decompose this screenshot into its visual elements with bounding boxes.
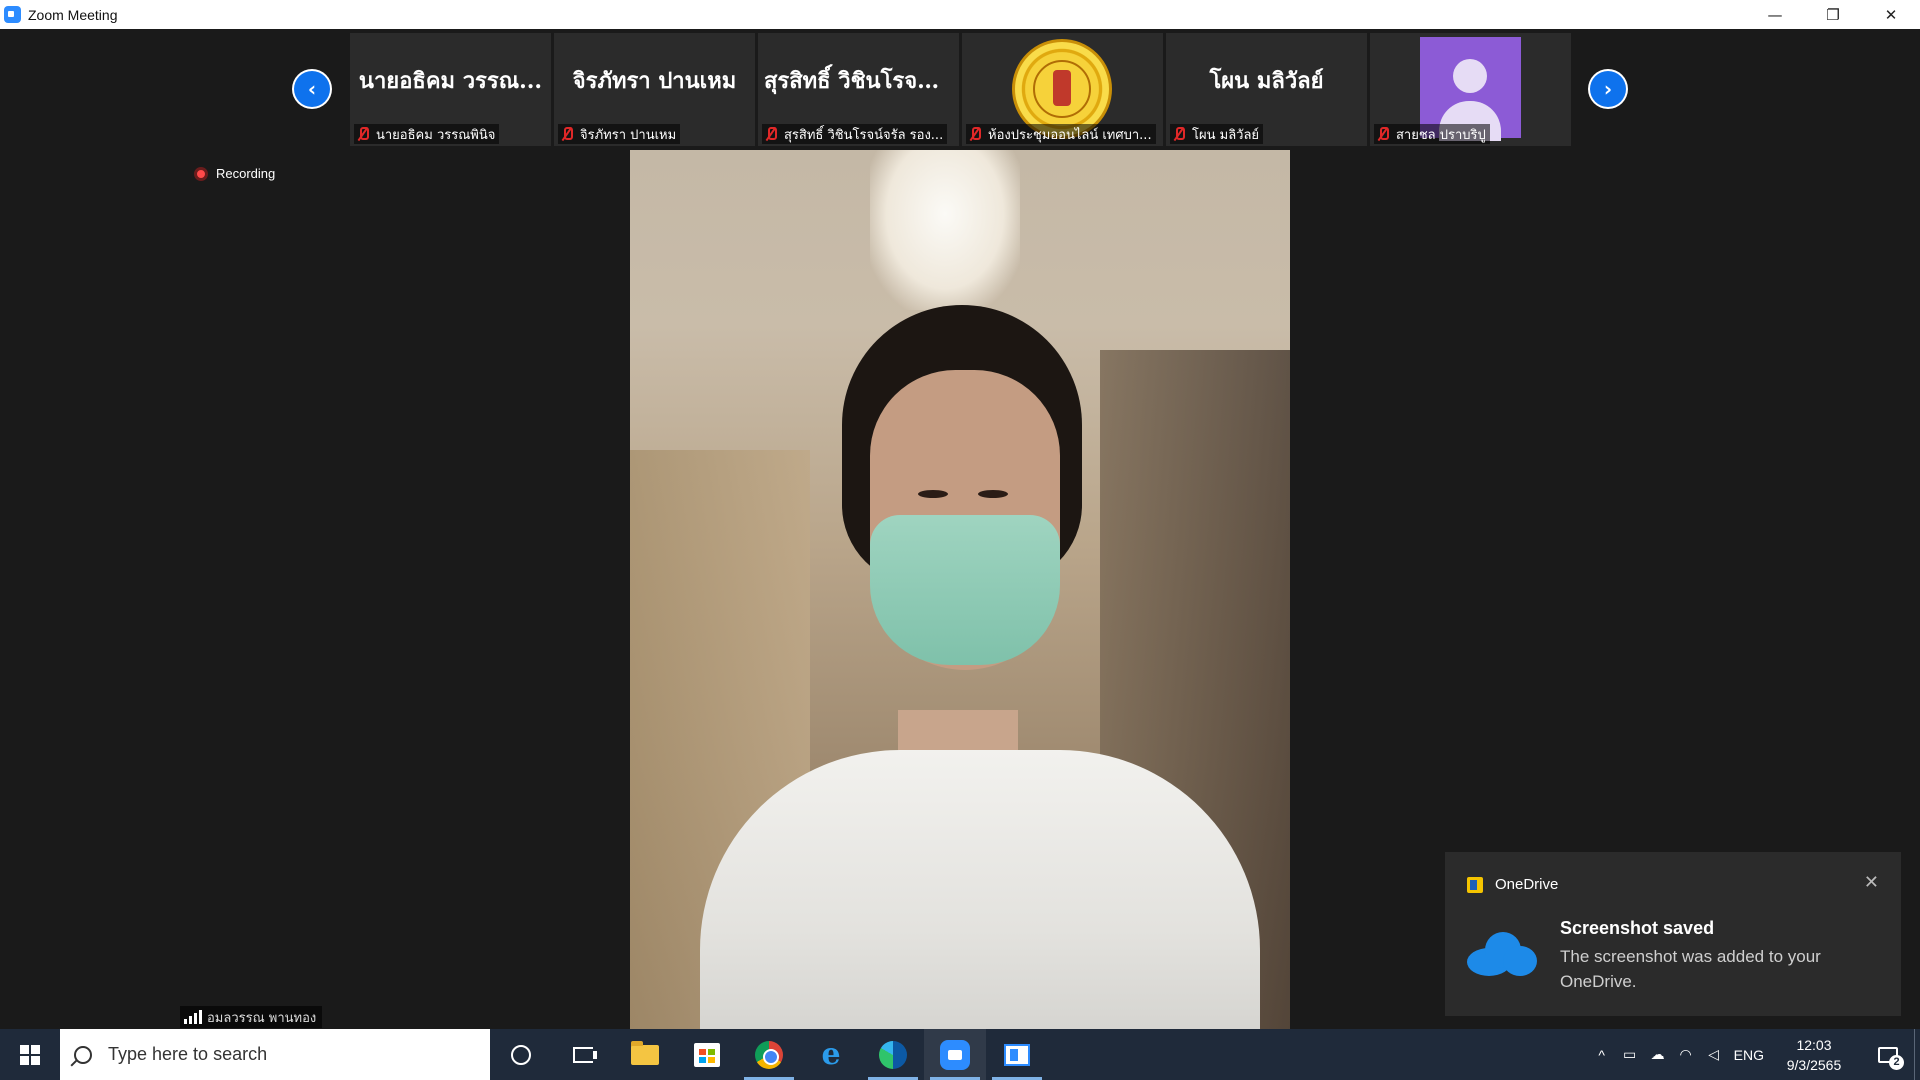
taskbar-search-box[interactable]: Type here to search xyxy=(60,1029,490,1080)
file-explorer-button[interactable] xyxy=(614,1029,676,1080)
next-page-button[interactable]: › xyxy=(1588,69,1628,109)
wifi-icon[interactable]: ◠ xyxy=(1672,1046,1700,1063)
app-window-icon xyxy=(1004,1043,1030,1066)
active-speaker-name-label: อมลวรรณ พานทอง xyxy=(180,1006,323,1028)
muted-mic-icon xyxy=(764,127,778,141)
cortana-button[interactable] xyxy=(490,1029,552,1080)
task-view-button[interactable] xyxy=(552,1029,614,1080)
participant-name-label: นายอธิคม วรรณพินิจ xyxy=(354,124,500,144)
default-avatar-icon xyxy=(1420,37,1521,141)
recording-indicator[interactable]: Recording xyxy=(194,166,275,181)
window-controls: — ❐ ✕ xyxy=(1746,0,1920,29)
participant-tile[interactable]: นายอธิคม วรรณ... นายอธิคม วรรณพินิจ xyxy=(350,33,551,146)
title-bar: Zoom Meeting — ❐ ✕ xyxy=(0,0,1920,29)
zoom-app-icon xyxy=(4,6,21,23)
participant-display-name: นายอธิคม วรรณ... xyxy=(358,68,543,94)
search-icon xyxy=(74,1045,92,1064)
participant-tile[interactable]: ห้องประชุมออนไลน์ เทศบา... xyxy=(962,33,1163,146)
onedrive-tray-icon[interactable]: ☁ xyxy=(1644,1046,1672,1063)
participant-tile[interactable]: โผน มลิวัลย์ โผน มลิวัลย์ xyxy=(1166,33,1367,146)
start-button[interactable] xyxy=(0,1029,60,1080)
participant-name-label: สุรสิทธิ์ วิชินโรจน์จรัล รอง... xyxy=(762,124,948,144)
close-button[interactable]: ✕ xyxy=(1862,0,1920,29)
muted-mic-icon xyxy=(1376,127,1390,141)
muted-mic-icon xyxy=(560,127,574,141)
chevron-left-icon: ‹ xyxy=(294,71,330,107)
system-tray: ^ ▭ ☁ ◠ ◁ ENG 12:03 9/3/2565 2 xyxy=(1588,1029,1920,1080)
participant-name-label: ห้องประชุมออนไลน์ เทศบา... xyxy=(966,124,1156,144)
recording-label: Recording xyxy=(216,166,276,181)
internet-explorer-button[interactable]: e xyxy=(800,1029,862,1080)
active-speaker-video[interactable] xyxy=(630,150,1290,1029)
participant-tile[interactable]: สุรสิทธิ์ วิชินโรจน์... สุรสิทธิ์ วิชินโ… xyxy=(758,33,959,146)
notification-count-badge: 2 xyxy=(1889,1054,1904,1070)
chrome-button[interactable] xyxy=(738,1029,800,1080)
chevron-right-icon: › xyxy=(1590,71,1626,107)
internet-explorer-icon: e xyxy=(821,1037,841,1072)
windows-taskbar: Type here to search e ^ ▭ ☁ ◠ ◁ ENG 12:0… xyxy=(0,1029,1920,1080)
toast-body: The screenshot was added to your OneDriv… xyxy=(1560,947,1821,991)
restore-button[interactable]: ❐ xyxy=(1804,0,1862,29)
participant-tile[interactable]: สายชล ปราบริปู xyxy=(1370,33,1571,146)
participant-name-label: จิรภัทรา ปานเหม xyxy=(558,124,681,144)
clock-time: 12:03 xyxy=(1796,1036,1832,1053)
signal-strength-icon xyxy=(184,1010,202,1024)
muted-mic-icon xyxy=(968,127,982,141)
minimize-button[interactable]: — xyxy=(1746,0,1804,29)
clock[interactable]: 12:03 9/3/2565 xyxy=(1774,1035,1854,1075)
onedrive-cloud-icon xyxy=(1467,932,1537,976)
muted-mic-icon xyxy=(1172,127,1186,141)
windows-logo-icon xyxy=(20,1044,40,1065)
participant-name-label: โผน มลิวัลย์ xyxy=(1170,124,1264,144)
zoom-taskbar-button[interactable] xyxy=(924,1029,986,1080)
toast-title: Screenshot saved xyxy=(1560,918,1715,938)
volume-icon[interactable]: ◁ xyxy=(1700,1046,1728,1063)
folder-icon xyxy=(631,1040,659,1065)
show-desktop-button[interactable] xyxy=(1914,1029,1920,1080)
language-indicator[interactable]: ENG xyxy=(1734,1047,1764,1063)
chrome-icon xyxy=(755,1040,783,1069)
microsoft-store-button[interactable] xyxy=(676,1029,738,1080)
toast-app-name: OneDrive xyxy=(1495,876,1559,893)
toast-header: OneDrive xyxy=(1467,876,1558,893)
toast-close-button[interactable]: ✕ xyxy=(1864,872,1879,893)
search-placeholder: Type here to search xyxy=(108,1044,268,1064)
onedrive-notification[interactable]: OneDrive ✕ Screenshot saved The screensh… xyxy=(1445,852,1901,1016)
participant-display-name: โผน มลิวัลย์ xyxy=(1209,68,1324,94)
participant-strip: นายอธิคม วรรณ... นายอธิคม วรรณพินิจ จิรภ… xyxy=(350,33,1571,151)
store-icon xyxy=(694,1042,720,1067)
muted-mic-icon xyxy=(356,127,370,141)
task-view-icon xyxy=(573,1046,597,1063)
app-window-button[interactable] xyxy=(986,1029,1048,1080)
previous-page-button[interactable]: ‹ xyxy=(292,69,332,109)
participant-tile[interactable]: จิรภัทรา ปานเหม จิรภัทรา ปานเหม xyxy=(554,33,755,146)
recording-dot-icon xyxy=(194,166,208,181)
zoom-icon xyxy=(940,1039,970,1070)
clock-date: 9/3/2565 xyxy=(1786,1056,1842,1073)
participant-display-name: จิรภัทรา ปานเหม xyxy=(572,68,737,94)
participant-name-label: สายชล ปราบริปู xyxy=(1374,124,1490,144)
action-center-button[interactable]: 2 xyxy=(1868,1046,1908,1070)
battery-icon[interactable]: ▭ xyxy=(1616,1046,1644,1063)
onedrive-app-icon xyxy=(1467,876,1483,893)
edge-button[interactable] xyxy=(862,1029,924,1080)
edge-icon xyxy=(879,1040,907,1069)
cortana-icon xyxy=(511,1044,531,1065)
window-title: Zoom Meeting xyxy=(28,6,118,23)
participant-display-name: สุรสิทธิ์ วิชินโรจน์... xyxy=(764,68,956,94)
show-hidden-icons-button[interactable]: ^ xyxy=(1588,1047,1616,1063)
